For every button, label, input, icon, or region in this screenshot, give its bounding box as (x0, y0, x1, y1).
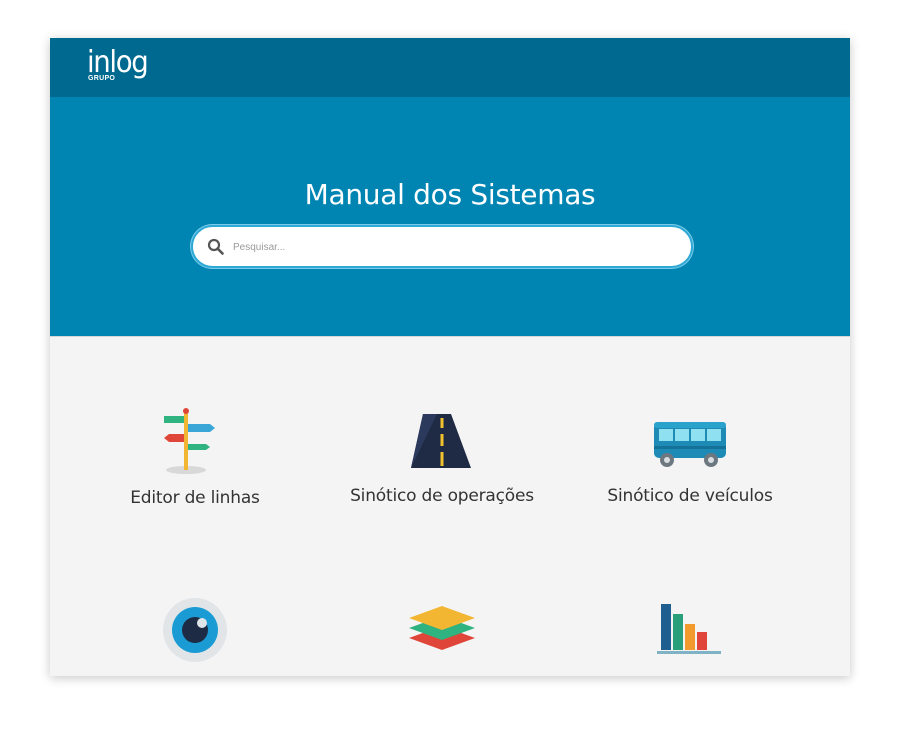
top-navbar: inlog GRUPO (50, 38, 850, 97)
bar-chart-icon (657, 604, 721, 654)
card-system-6[interactable] (565, 600, 815, 658)
logo-text: inlog (87, 45, 149, 80)
app-window: inlog GRUPO Manual dos Sistemas Editor d… (50, 38, 850, 676)
bus-icon (654, 422, 726, 467)
search-input[interactable] (233, 236, 673, 258)
signpost-icon (164, 408, 215, 474)
layers-icon (409, 606, 475, 650)
road-icon (411, 414, 471, 468)
card-label: Sinótico de veículos (607, 486, 773, 506)
hero-banner: Manual dos Sistemas (50, 97, 850, 337)
card-label: Sinótico de operações (350, 486, 534, 506)
page-title: Manual dos Sistemas (304, 178, 596, 211)
search-icon (207, 238, 224, 255)
card-system-5[interactable] (317, 602, 567, 658)
card-sinotico-de-veiculos[interactable]: Sinótico de veículos (565, 406, 815, 506)
card-system-4[interactable] (70, 596, 320, 664)
eye-icon (163, 598, 227, 662)
inlog-logo[interactable]: inlog GRUPO (87, 48, 153, 83)
search-box[interactable] (191, 225, 693, 268)
card-sinotico-de-operacoes[interactable]: Sinótico de operações (317, 406, 567, 506)
card-label: Editor de linhas (130, 488, 260, 508)
card-editor-de-linhas[interactable]: Editor de linhas (70, 406, 320, 508)
